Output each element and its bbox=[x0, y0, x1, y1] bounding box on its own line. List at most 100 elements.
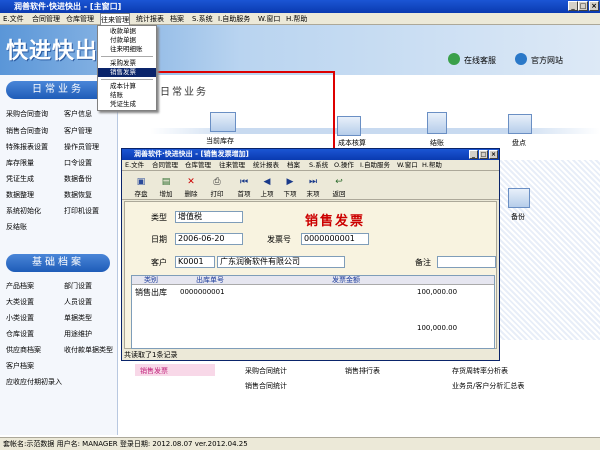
link-sales-rank[interactable]: 销售排行表 bbox=[345, 366, 380, 376]
nav-customer-manage[interactable]: 客户管理 bbox=[64, 126, 92, 136]
flow-inventory[interactable]: 盘点 bbox=[512, 138, 526, 148]
cmenu-warehouse[interactable]: 仓库管理 bbox=[185, 160, 211, 171]
tool-save[interactable]: ▣ 存盘 bbox=[130, 176, 152, 198]
tool-next[interactable]: ▶ 下项 bbox=[279, 176, 301, 198]
link-turnover[interactable]: 存货周转率分析表 bbox=[452, 366, 508, 376]
nav-customer[interactable]: 客户档案 bbox=[6, 361, 34, 371]
globe-icon[interactable] bbox=[515, 53, 527, 65]
nav-voucher[interactable]: 凭证生成 bbox=[6, 174, 34, 184]
nav-doc-type[interactable]: 单据类型 bbox=[64, 313, 92, 323]
menu-window[interactable]: W.窗口 bbox=[258, 13, 280, 25]
dd-voucher[interactable]: 凭证生成 bbox=[98, 100, 156, 109]
nav-opening-balance[interactable]: 应收应付期初录入 bbox=[6, 377, 62, 387]
nav-restore[interactable]: 数据恢复 bbox=[64, 190, 92, 200]
tool-delete[interactable]: ✕ 删除 bbox=[180, 176, 202, 198]
cmenu-window[interactable]: W.窗口 bbox=[397, 160, 418, 171]
child-close-button[interactable]: × bbox=[489, 150, 498, 159]
menu-contract[interactable]: 合同管理 bbox=[32, 13, 60, 25]
nav-subcategory[interactable]: 小类设置 bbox=[6, 313, 34, 323]
menu-help[interactable]: H.帮助 bbox=[286, 13, 307, 25]
link-sales-stats[interactable]: 销售合同统计 bbox=[245, 381, 287, 391]
cmenu-help[interactable]: H.帮助 bbox=[422, 160, 442, 171]
close-button[interactable]: × bbox=[589, 1, 599, 11]
row-category[interactable]: 销售出库 bbox=[135, 287, 167, 298]
dd-payment[interactable]: 付款单据 bbox=[98, 36, 156, 45]
nav-stock-limit[interactable]: 库存限量 bbox=[6, 158, 34, 168]
menu-system[interactable]: S.系统 bbox=[192, 13, 213, 25]
link-purchase-stats[interactable]: 采购合同统计 bbox=[245, 366, 287, 376]
link-sales-invoice[interactable]: 销售发票 bbox=[140, 366, 168, 376]
child-minimize-button[interactable]: _ bbox=[469, 150, 478, 159]
cmenu-operate[interactable]: O.操作 bbox=[334, 160, 354, 171]
nav-warehouse[interactable]: 仓库设置 bbox=[6, 329, 34, 339]
flow-stock[interactable]: 当前库存 bbox=[206, 136, 234, 146]
nav-backup[interactable]: 数据备份 bbox=[64, 174, 92, 184]
tool-add[interactable]: ▤ 增加 bbox=[155, 176, 177, 198]
cmenu-accounts[interactable]: 往来管理 bbox=[219, 160, 245, 171]
cmenu-reports[interactable]: 统计报表 bbox=[253, 160, 279, 171]
link-clerk-report[interactable]: 业务员/客户分析汇总表 bbox=[452, 381, 524, 391]
cmenu-system[interactable]: S.系统 bbox=[309, 160, 328, 171]
dd-cost-calc[interactable]: 成本计算 bbox=[98, 82, 156, 91]
website-link[interactable]: 官方网站 bbox=[531, 55, 563, 66]
type-field[interactable]: 增值税 bbox=[175, 211, 243, 223]
cost-icon[interactable] bbox=[337, 116, 361, 136]
invoice-no-field[interactable]: 0000000001 bbox=[301, 233, 369, 245]
maximize-button[interactable]: □ bbox=[578, 1, 588, 11]
customer-code-field[interactable]: K0001 bbox=[175, 256, 215, 268]
menu-reports[interactable]: 统计报表 bbox=[136, 13, 164, 25]
menu-selfservice[interactable]: I.自助服务 bbox=[218, 13, 250, 25]
cmenu-archive[interactable]: 档案 bbox=[287, 160, 300, 171]
row-amount[interactable]: 100,000.00 bbox=[417, 288, 457, 296]
inventory-icon[interactable] bbox=[508, 114, 532, 134]
tool-first[interactable]: ⏮ 首项 bbox=[233, 176, 255, 198]
nav-customer-info[interactable]: 客户信息 bbox=[64, 109, 92, 119]
nav-staff[interactable]: 人员设置 bbox=[64, 297, 92, 307]
backup-icon[interactable] bbox=[508, 188, 530, 208]
invoice-no-label: 发票号 bbox=[267, 235, 291, 244]
tool-last[interactable]: ⏭ 末项 bbox=[302, 176, 324, 198]
dd-purchase-invoice[interactable]: 采购发票 bbox=[98, 59, 156, 68]
flow-cost[interactable]: 成本核算 bbox=[338, 138, 366, 148]
tool-print[interactable]: ⎙ 打印 bbox=[206, 176, 228, 198]
nav-init[interactable]: 系统初始化 bbox=[6, 206, 41, 216]
chat-icon[interactable] bbox=[448, 53, 460, 65]
date-field[interactable]: 2006-06-20 bbox=[175, 233, 243, 245]
nav-supplier[interactable]: 供应商档案 bbox=[6, 345, 41, 355]
nav-special-report[interactable]: 特殊报表设置 bbox=[6, 142, 48, 152]
close-book-icon[interactable] bbox=[427, 112, 447, 134]
online-service-link[interactable]: 在线客服 bbox=[464, 55, 496, 66]
nav-department[interactable]: 部门设置 bbox=[64, 281, 92, 291]
nav-unclose[interactable]: 反结账 bbox=[6, 222, 27, 232]
nav-operator-manage[interactable]: 操作员管理 bbox=[64, 142, 99, 152]
nav-product[interactable]: 产品档案 bbox=[6, 281, 34, 291]
nav-purchase-contract-query[interactable]: 采购合同查询 bbox=[6, 109, 48, 119]
row-out-no[interactable]: 0000000001 bbox=[180, 288, 225, 296]
dd-ledger[interactable]: 往来明细账 bbox=[98, 45, 156, 54]
nav-sales-contract-query[interactable]: 销售合同查询 bbox=[6, 126, 48, 136]
cmenu-file[interactable]: E.文件 bbox=[125, 160, 144, 171]
nav-printer[interactable]: 打印机设置 bbox=[64, 206, 99, 216]
minimize-button[interactable]: _ bbox=[568, 1, 578, 11]
nav-data-tidy[interactable]: 数据整理 bbox=[6, 190, 34, 200]
window-title-text: 润善软件·快进快出 - [主窗口] bbox=[14, 2, 122, 11]
nav-purpose[interactable]: 用途维护 bbox=[64, 329, 92, 339]
child-maximize-button[interactable]: □ bbox=[479, 150, 488, 159]
dd-close[interactable]: 结账 bbox=[98, 91, 156, 100]
nav-payment-type[interactable]: 收付款单据类型 bbox=[64, 345, 113, 355]
stock-icon[interactable] bbox=[210, 112, 236, 132]
tool-return[interactable]: ↩ 返回 bbox=[328, 176, 350, 198]
flow-backup[interactable]: 备份 bbox=[511, 212, 525, 222]
menu-warehouse[interactable]: 仓库管理 bbox=[66, 13, 94, 25]
dd-sales-invoice[interactable]: 销售发票 bbox=[98, 68, 156, 77]
dd-receipt[interactable]: 收款单据 bbox=[98, 27, 156, 36]
cmenu-contract[interactable]: 合同管理 bbox=[152, 160, 178, 171]
menu-file[interactable]: E.文件 bbox=[3, 13, 24, 25]
nav-category[interactable]: 大类设置 bbox=[6, 297, 34, 307]
flow-close[interactable]: 结账 bbox=[430, 138, 444, 148]
menu-archive[interactable]: 档案 bbox=[170, 13, 184, 25]
nav-password[interactable]: 口令设置 bbox=[64, 158, 92, 168]
remark-field[interactable] bbox=[437, 256, 496, 268]
tool-prev[interactable]: ◀ 上项 bbox=[256, 176, 278, 198]
cmenu-selfservice[interactable]: I.自助服务 bbox=[360, 160, 390, 171]
